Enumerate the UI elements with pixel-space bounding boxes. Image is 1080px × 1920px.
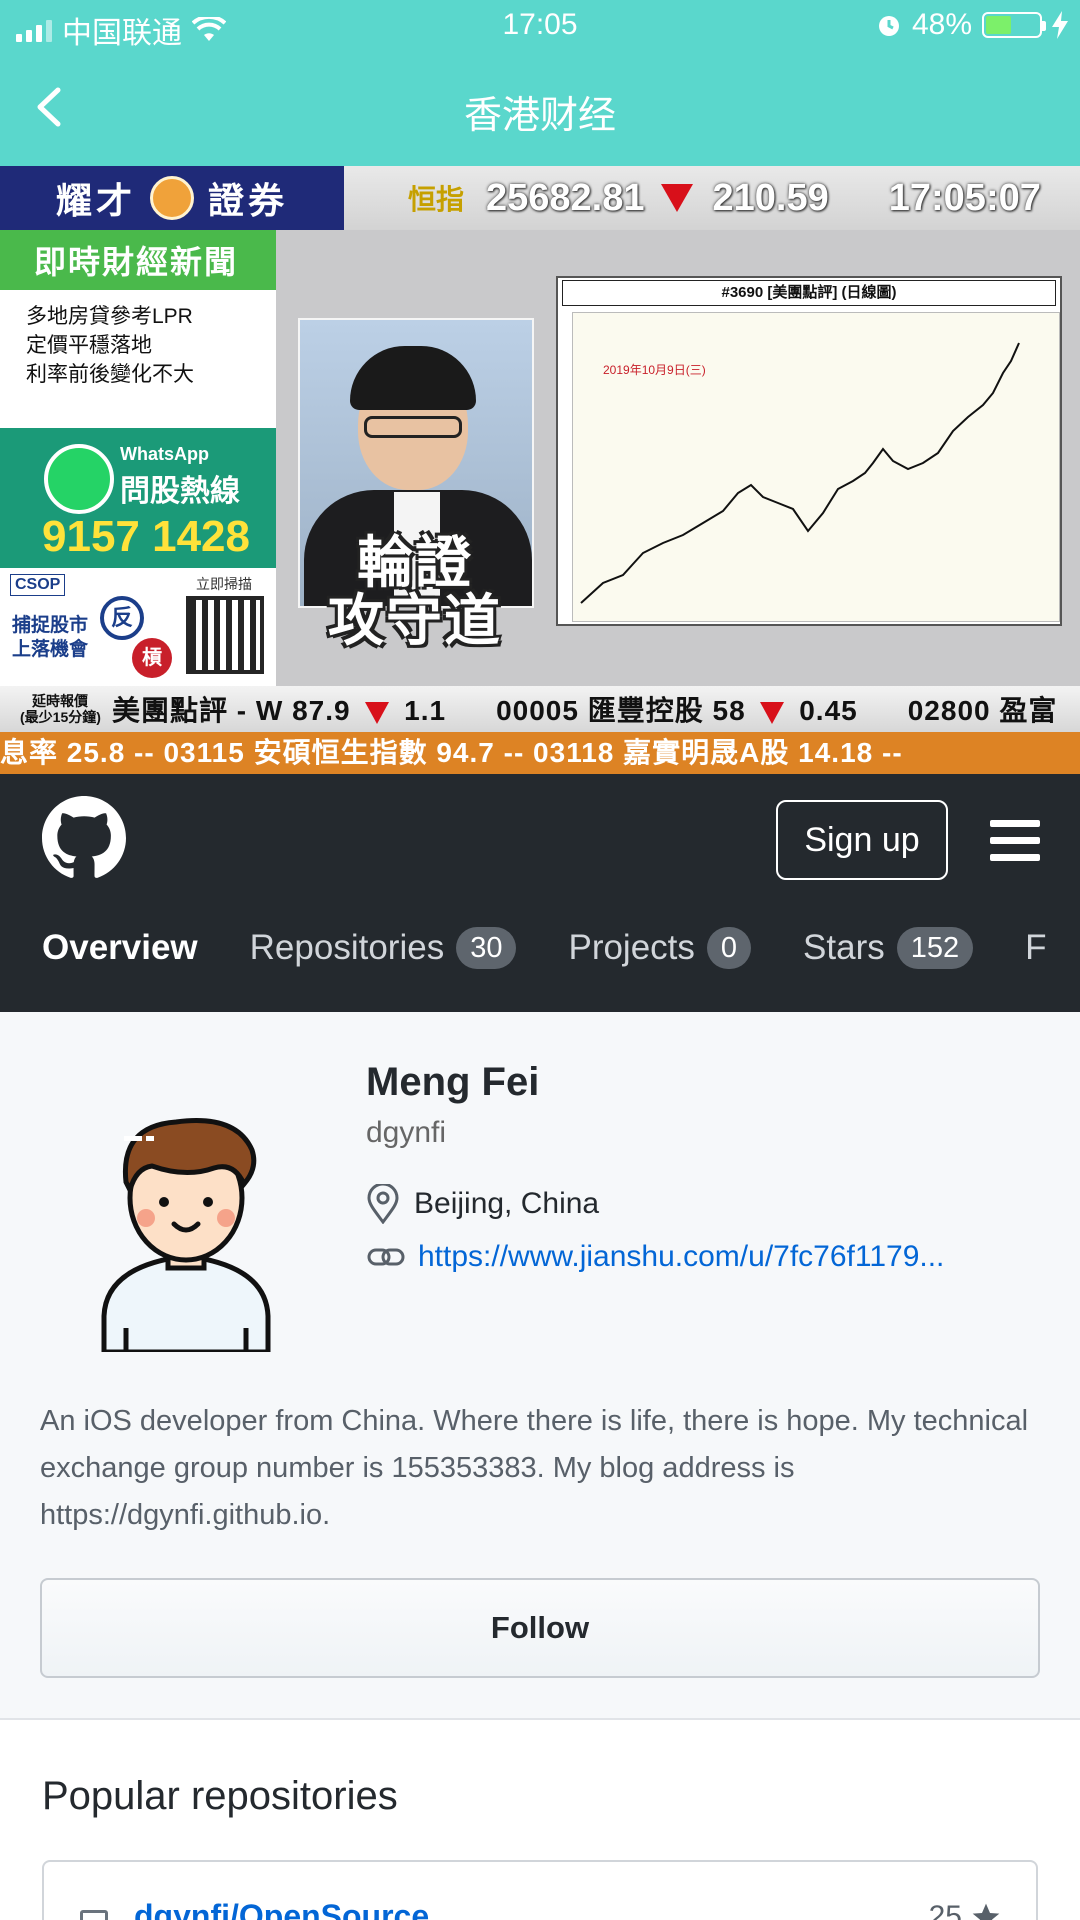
profile-card: Meng Fei dgynfi Beijing, China https://w… [0, 1012, 1080, 1720]
csop-text: 捕捉股市 上落機會 [12, 614, 88, 662]
sign-up-button[interactable]: Sign up [776, 800, 948, 880]
tab-counter: 0 [706, 927, 752, 969]
chart-title: #3690 [美團點評] (日線圖) [562, 280, 1056, 306]
tab-label: Projects [568, 928, 695, 967]
price-line [580, 342, 1020, 604]
broadcaster-logo: 耀才 證券 [0, 166, 344, 230]
ticker-item: 美團點評 - W 87.9 1.1 [112, 689, 446, 729]
tab-label: F [1025, 928, 1047, 967]
avatar[interactable] [96, 1106, 276, 1352]
whatsapp-subtitle: 問股熱線 [120, 475, 240, 508]
whatsapp-icon [44, 444, 114, 514]
link-icon [367, 1248, 405, 1266]
ticker-item: 02800 盈富 [907, 695, 1058, 726]
github-header: Sign up Overview Repositories 30 Project… [0, 774, 1080, 1012]
tab-label: Overview [42, 928, 198, 967]
scan-label: 立即掃描 [196, 576, 252, 592]
news-line: 多地房貸參考LPR [26, 305, 193, 328]
location-pin-icon [367, 1184, 399, 1224]
broadcast-clock: 17:05:07 [888, 176, 1041, 219]
tab-counter: 152 [896, 927, 974, 969]
hamburger-menu-icon[interactable] [990, 820, 1040, 864]
follow-button[interactable]: Follow [40, 1578, 1040, 1678]
brand-name-2: 證券 [208, 180, 289, 221]
csop-ad: CSOP 捕捉股市 上落機會 反 槓 立即掃描 [0, 568, 276, 690]
star-count: 25 [928, 1900, 962, 1920]
profile-website[interactable]: https://www.jianshu.com/u/7fc76f1179... [366, 1240, 944, 1274]
battery-icon [982, 12, 1046, 38]
secondary-ticker: 息率 25.8 -- 03115 安碩恒生指數 94.7 -- 03118 嘉實… [0, 732, 1080, 774]
repo-card[interactable]: dgynfi/OpenSource 25 [42, 1860, 1038, 1920]
leverage-badge: 槓 [132, 638, 172, 678]
news-body: 多地房貸參考LPR 定價平穩落地 利率前後變化不大 [0, 290, 276, 389]
popular-repositories: Popular repositories dgynfi/OpenSource 2… [0, 1720, 1080, 1920]
status-bar: 中国联通 17:05 48% [0, 0, 1080, 52]
ticker-delay-note: 延時報價 (最少15分鐘) [20, 693, 101, 725]
down-triangle-icon [660, 184, 693, 212]
ticker-name: 00005 匯豐控股 58 [496, 695, 746, 726]
show-title-line: 攻守道 [328, 589, 502, 652]
coin-icon [150, 176, 194, 220]
host-hair [350, 346, 476, 410]
video-player[interactable]: 耀才 證券 恒指 25682.81 210.59 17:05:07 即時財經新聞… [0, 166, 1080, 774]
section-title: Popular repositories [42, 1774, 398, 1818]
qr-code-icon [186, 596, 264, 674]
github-logo-icon[interactable] [42, 796, 126, 880]
profile-bio: An iOS developer from China. Where there… [40, 1405, 1029, 1531]
inverse-badge: 反 [100, 596, 144, 640]
repo-name[interactable]: dgynfi/OpenSource [134, 1898, 429, 1920]
index-bar: 恒指 25682.81 210.59 17:05:07 [344, 166, 1080, 230]
news-header: 即時財經新聞 [0, 230, 276, 290]
show-title-line: 輪證 [357, 531, 473, 594]
csop-logo: CSOP [10, 574, 66, 596]
alarm-icon [878, 16, 899, 36]
news-line: 利率前後變化不大 [26, 363, 194, 386]
whatsapp-banner: WhatsApp 問股熱線 9157 1428 [0, 428, 276, 568]
tab-projects[interactable]: Projects 0 [568, 927, 752, 969]
ticker-item: 00005 匯豐控股 58 0.45 [496, 689, 858, 729]
down-triangle-icon [365, 701, 390, 724]
repo-stars: 25 [929, 1900, 1002, 1920]
delay-line: (最少15分鐘) [20, 709, 101, 725]
profile-tabs: Overview Repositories 30 Projects 0 Star… [42, 918, 1080, 978]
tab-stars[interactable]: Stars 152 [803, 927, 974, 969]
status-right: 48% [876, 8, 1068, 42]
profile-name: Meng Fei [366, 1060, 540, 1104]
tab-repositories[interactable]: Repositories 30 [250, 927, 517, 969]
delay-line: 延時報價 [32, 693, 88, 709]
charging-bolt-icon [1052, 11, 1068, 39]
whatsapp-title: WhatsApp [120, 444, 209, 464]
tab-overview[interactable]: Overview [42, 928, 198, 968]
profile-username: dgynfi [366, 1116, 447, 1149]
battery-percent: 48% [911, 8, 972, 41]
ticker-change: 1.1 [404, 695, 447, 726]
navigation-bar: 香港财经 [0, 52, 1080, 166]
ticker-name: 美團點評 - W 87.9 [112, 695, 351, 726]
csop-line: 捕捉股市 [12, 615, 89, 636]
location-text: Beijing, China [414, 1187, 600, 1220]
brand-name: 耀才 [55, 180, 136, 221]
star-icon [972, 1903, 1000, 1920]
index-label: 恒指 [408, 184, 465, 215]
index-value: 25682.81 [486, 176, 645, 219]
repo-icon [80, 1910, 108, 1920]
show-title: 輪證 攻守道 [302, 534, 528, 650]
tab-counter: 30 [456, 927, 517, 969]
whatsapp-phone: 9157 1428 [42, 512, 250, 561]
stock-chart: #3690 [美團點評] (日線圖) 2019年10月9日(三) [556, 276, 1062, 626]
profile-location: Beijing, China [366, 1184, 599, 1224]
ticker-change: 0.45 [799, 695, 858, 726]
tab-label: Stars [803, 928, 885, 967]
website-link[interactable]: https://www.jianshu.com/u/7fc76f1179... [418, 1240, 944, 1274]
host-glasses [364, 416, 462, 438]
nav-title: 香港财经 [463, 95, 616, 137]
csop-line: 上落機會 [12, 639, 89, 660]
down-triangle-icon [760, 701, 785, 724]
index-change: 210.59 [712, 176, 829, 219]
chart-plot-area: 2019年10月9日(三) [572, 312, 1060, 622]
news-line: 定價平穩落地 [26, 334, 152, 357]
tab-label: Repositories [249, 928, 445, 967]
tab-followers[interactable]: F [1025, 928, 1046, 968]
stock-ticker: 延時報價 (最少15分鐘) 美團點評 - W 87.9 1.1 00005 匯豐… [0, 686, 1080, 732]
